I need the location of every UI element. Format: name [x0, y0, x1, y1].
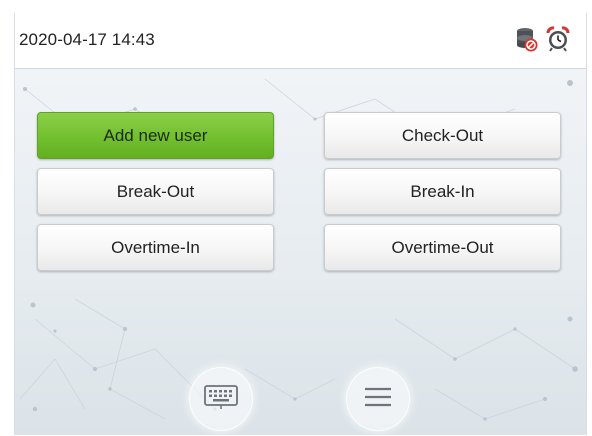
keyboard-button[interactable]	[189, 367, 253, 431]
check-out-button[interactable]: Check-Out	[324, 112, 561, 159]
break-out-button[interactable]: Break-Out	[37, 168, 274, 215]
keyboard-icon	[203, 383, 239, 416]
database-blocked-icon	[515, 25, 539, 53]
menu-icon	[362, 383, 394, 416]
menu-button[interactable]	[346, 367, 410, 431]
datetime-display: 2020-04-17 14:43	[19, 30, 155, 49]
alarm-clock-icon	[545, 25, 571, 53]
device-screen: 2020-04-17 14:43 Add new user Check-Out …	[14, 13, 587, 435]
status-bar: 2020-04-17 14:43	[15, 13, 586, 69]
overtime-in-button[interactable]: Overtime-In	[37, 224, 274, 271]
add-new-user-button[interactable]: Add new user	[37, 112, 274, 159]
break-in-button[interactable]: Break-In	[324, 168, 561, 215]
overtime-out-button[interactable]: Overtime-Out	[324, 224, 561, 271]
